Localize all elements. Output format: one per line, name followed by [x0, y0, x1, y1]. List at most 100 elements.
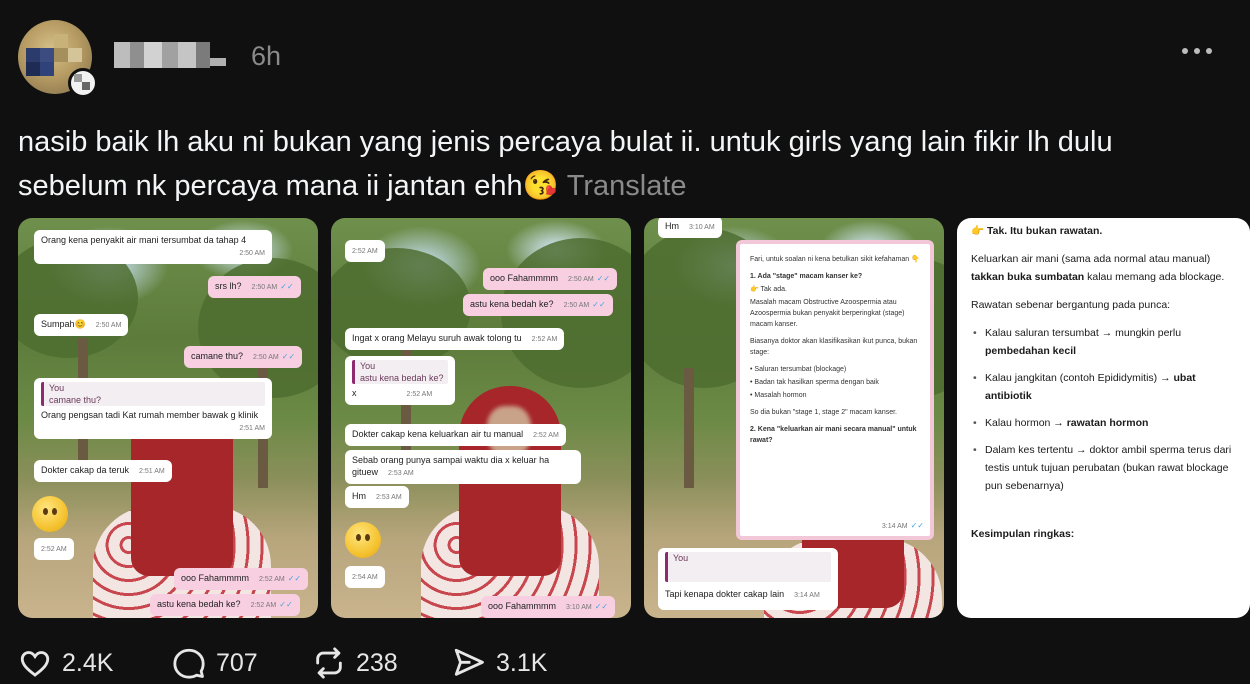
chat-bubble-in: 2:52 AM [34, 538, 74, 560]
chat-bubble-in: 2:54 AM [345, 566, 385, 588]
chat-bubble-in: Ingat x orang Melayu suruh awak tolong t… [345, 328, 565, 350]
media-image-3[interactable]: Hm 3:10 AM Fari, untuk soalan ni kena bet… [644, 218, 944, 618]
doc-line: 👉 Tak ada. [750, 286, 787, 293]
doc-line: kalau memang ada blockage. [1084, 271, 1225, 283]
username-pixel [130, 42, 144, 68]
chat-time: 3:14 AM [881, 523, 908, 530]
read-ticks-icon: ✓✓ [280, 282, 294, 291]
chat-bubble-reply: You camane thu? Orang pengsan tadi Kat r… [34, 378, 272, 439]
chat-text: Orang kena penyakit air mani tersumbat d… [41, 235, 247, 245]
doc-line: • Saluran tersumbat (blockage) [750, 366, 847, 373]
avatar-pixel [68, 48, 82, 62]
quote-sender: You [360, 361, 376, 371]
chat-bubble-in: 2:52 AM [345, 240, 385, 262]
chat-text: astu kena bedah ke? [470, 299, 554, 309]
chat-time: 2:51 AM [139, 468, 165, 475]
chat-text: camane thu? [191, 351, 244, 361]
chat-time: 2:52 AM [352, 248, 378, 255]
username-blurred[interactable] [114, 40, 232, 70]
media-image-4[interactable]: 👉 Tak. Itu bukan rawatan. Keluarkan air … [957, 218, 1250, 618]
chat-text: Dokter cakap da teruk [41, 465, 130, 475]
doc-line: • Masalah hormon [750, 392, 807, 399]
chat-bubble-out: camane thu? 2:50 AM ✓✓ [184, 346, 303, 368]
comment-icon [173, 648, 205, 679]
list-item: Kalau saluran tersumbat → mungkin perlu … [971, 324, 1239, 360]
avatar-pixel [54, 48, 68, 62]
read-ticks-icon: ✓✓ [594, 602, 609, 611]
chat-bubble-in: Sumpah😊 2:50 AM [34, 314, 129, 336]
trunk [684, 368, 694, 488]
avatar-pixel [26, 62, 40, 76]
chat-text: astu kena bedah ke? [157, 599, 241, 609]
chat-time: 2:52 AM [406, 391, 433, 398]
media-image-1[interactable]: Orang kena penyakit air mani tersumbat d… [18, 218, 318, 618]
chat-time: 2:52 AM [250, 602, 277, 609]
chat-time: 2:50 AM [563, 302, 590, 309]
post-timestamp: 6h [251, 41, 282, 71]
chat-text: Sumpah😊 [41, 319, 86, 329]
like-count: 2.4K [62, 648, 114, 677]
repost-icon [316, 647, 342, 679]
chat-time: 3:10 AM [689, 224, 715, 231]
chat-text: srs lh? [215, 281, 242, 291]
share-icon [454, 648, 484, 676]
chat-bubble-out: srs lh? 2:50 AM ✓✓ [208, 276, 301, 298]
quote-text: astu kena bedah ke? [360, 373, 444, 383]
smile-emoji-icon [32, 496, 68, 532]
doc-line: Biasanya doktor akan klasifikasikan ikut… [750, 338, 918, 356]
chat-text: Tapi kenapa dokter cakap lain [665, 589, 785, 599]
chat-bubble-out: astu kena bedah ke? 2:52 AM ✓✓ [150, 594, 300, 616]
list-text-bold: pembedahan kecil [985, 345, 1077, 357]
chat-bubble-reply: You astu kena bedah ke? x 2:52 AM [345, 356, 455, 405]
chat-time: 3:10 AM [566, 604, 592, 611]
chat-text: Hm [352, 491, 366, 501]
read-ticks-icon: ✓✓ [287, 574, 302, 583]
list-text: Kalau jangkitan (contoh Epididymitis) → [985, 372, 1174, 384]
share-button[interactable]: 3.1K [452, 646, 547, 680]
chat-time: 2:54 AM [352, 574, 378, 581]
avatar-pixel [40, 48, 54, 62]
post-text: nasib baik lh aku ni bukan yang jenis pe… [18, 120, 1218, 208]
chat-text: Sebab orang punya sampai waktu dia x kel… [352, 455, 550, 477]
avatar-badge [68, 68, 98, 98]
chat-text: Dokter cakap kena keluarkan air tu manua… [352, 429, 524, 439]
like-button[interactable]: 2.4K [18, 646, 113, 680]
chat-time: 2:50 AM [239, 250, 265, 257]
doc-line: • Badan tak hasilkan sperma dengan baik [750, 379, 879, 386]
doc-line: 1. Ada "stage" macam kanser ke? [750, 273, 863, 280]
chat-text: Ingat x orang Melayu suruh awak tolong t… [352, 333, 522, 343]
ai-response-document: Fari, untuk soalan ni kena betulkan siki… [736, 240, 934, 540]
chat-bubble-in: Orang kena penyakit air mani tersumbat d… [34, 230, 272, 264]
post-header: 6h [18, 18, 1232, 98]
translate-link[interactable]: Translate [567, 170, 687, 202]
media-image-2[interactable]: 2:52 AM ooo Fahammmm 2:50 AM ✓✓ astu kena … [331, 218, 631, 618]
read-ticks-icon: ✓✓ [592, 300, 606, 309]
quote-sender: You [49, 383, 65, 393]
doc-line: Rawatan sebenar bergantung pada punca: [971, 299, 1171, 311]
list-text: Kalau saluran tersumbat → mungkin perlu [985, 327, 1182, 339]
chat-time: 2:52 AM [259, 576, 285, 583]
quoted-message: You astu kena bedah ke? [352, 360, 448, 384]
more-dot [1194, 48, 1200, 54]
chat-text: x [352, 388, 357, 398]
doc-line: 2. Kena "keluarkan air mani secara manua… [750, 426, 917, 444]
chat-time: 2:52 AM [531, 336, 558, 343]
media-carousel[interactable]: Orang kena penyakit air mani tersumbat d… [18, 218, 1250, 618]
chat-bubble-out: ooo Fahammmm 2:52 AM ✓✓ [174, 568, 309, 590]
more-options-icon[interactable] [1182, 48, 1212, 54]
list-text-bold: rawatan hormon [1066, 417, 1149, 429]
repost-button[interactable]: 238 [312, 646, 398, 680]
quoted-message: You [665, 552, 831, 582]
chat-time: 2:52 AM [533, 432, 559, 439]
chat-time: 2:53 AM [376, 494, 402, 501]
comment-button[interactable]: 707 [172, 646, 258, 680]
comment-count: 707 [216, 648, 258, 677]
post-body: nasib baik lh aku ni bukan yang jenis pe… [18, 126, 1113, 202]
username-pixel [210, 58, 226, 66]
badge-pixel [82, 82, 90, 90]
username-pixel [114, 42, 130, 68]
chat-time: 2:50 AM [253, 354, 279, 361]
username-pixel [162, 42, 178, 68]
read-ticks-icon: ✓✓ [596, 274, 611, 283]
username-pixel [144, 42, 162, 68]
